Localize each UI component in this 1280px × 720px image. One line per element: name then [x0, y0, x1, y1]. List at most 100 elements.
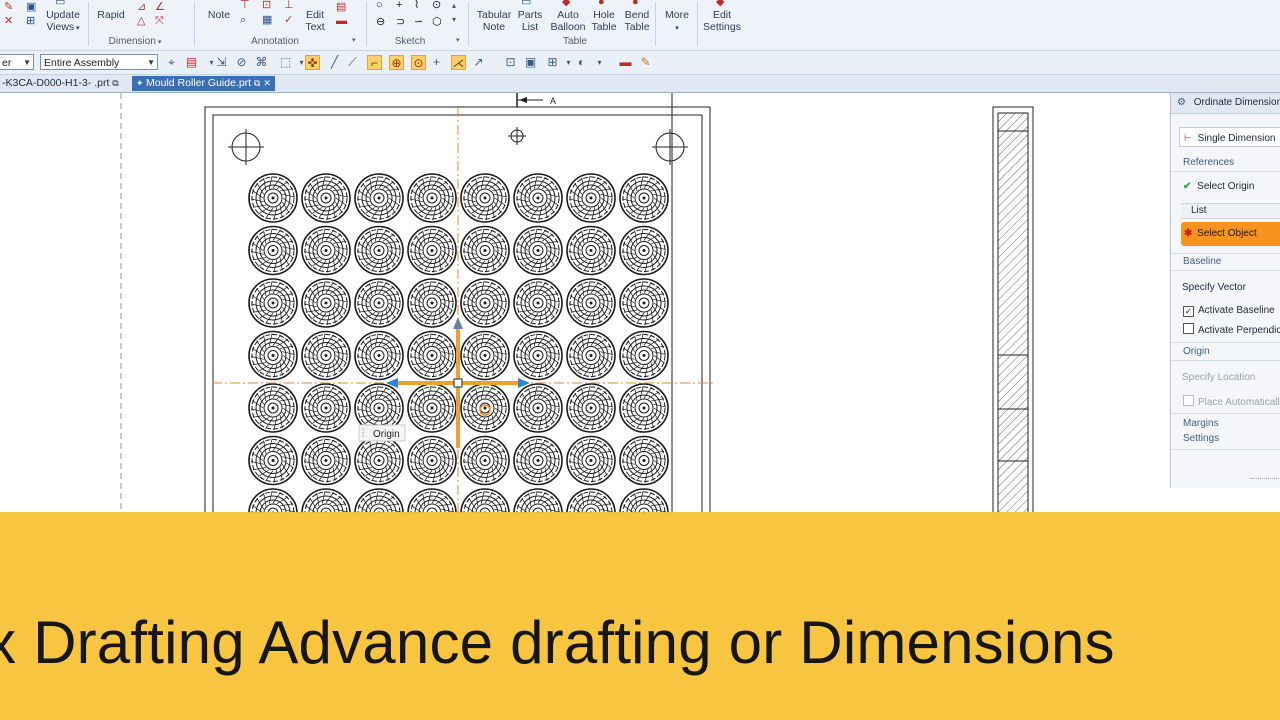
quadrant-icon[interactable]: ↗: [471, 55, 486, 70]
fill-icon[interactable]: ▬: [336, 16, 347, 27]
roller-hole: [407, 435, 457, 486]
activate-perpendicular-checkbox[interactable]: [1183, 323, 1194, 334]
close-tab-icon[interactable]: ✕: [263, 78, 271, 88]
edit-text-button[interactable]: Edit Text: [300, 9, 330, 33]
circle-icon[interactable]: ○: [376, 0, 383, 11]
baseline-section[interactable]: Baseline: [1183, 256, 1280, 267]
annotation-group-text: Annotation: [251, 36, 299, 47]
edit-icon[interactable]: ✎: [4, 2, 13, 13]
hole-table-button[interactable]: Hole Table: [588, 9, 620, 33]
activate-perpendicular-row[interactable]: Activate Perpendicu: [1183, 323, 1280, 336]
bend-table-label: Bend Table: [624, 9, 650, 33]
list-header[interactable]: List: [1181, 203, 1280, 219]
deselect-icon[interactable]: ⊘: [234, 55, 249, 70]
roller-hole: [566, 488, 616, 513]
line-icon[interactable]: ╱: [327, 55, 342, 70]
roller-hole: [248, 330, 298, 381]
origin-triad[interactable]: [386, 317, 530, 448]
table-group-text: Table: [563, 36, 587, 47]
datum-icon[interactable]: ⊤: [240, 0, 250, 11]
tab-mould-roller-guide-label: Mould Roller Guide.prt: [146, 77, 252, 89]
table-view-icon[interactable]: ⊞: [545, 55, 560, 70]
image-icon[interactable]: ▦: [262, 15, 272, 26]
bend-table-button[interactable]: Bend Table: [621, 9, 653, 33]
dimension-icon[interactable]: ⊿: [137, 2, 146, 13]
endpoint-icon[interactable]: ⟋: [345, 55, 360, 70]
scope-select[interactable]: Entire Assembly ▼: [40, 54, 158, 70]
settings-section[interactable]: Settings: [1183, 433, 1280, 444]
view-icon[interactable]: ▣: [26, 2, 36, 13]
roller-hole: [566, 278, 616, 328]
center-icon[interactable]: ⊙: [411, 55, 426, 70]
auto-balloon-button[interactable]: Auto Balloon: [549, 9, 587, 33]
point-icon[interactable]: +: [396, 0, 402, 11]
select-all-icon[interactable]: ⇲: [214, 55, 229, 70]
specify-location-row: Specify Location: [1182, 372, 1256, 383]
delete-icon[interactable]: ✕: [4, 16, 13, 27]
crosshair-icon[interactable]: +: [429, 55, 444, 70]
zoom-icon[interactable]: ⌕: [240, 15, 246, 26]
ordinate-icon[interactable]: ⤧: [155, 16, 164, 27]
drawing-sheet[interactable]: A Origin: [0, 93, 1170, 513]
filter-select[interactable]: er ▼: [0, 54, 34, 70]
check-icon[interactable]: ✓: [284, 15, 293, 26]
tab-mould-roller-guide[interactable]: ✦ Mould Roller Guide.prt ⧉ ✕: [132, 76, 275, 91]
arc-icon[interactable]: ⊃: [396, 17, 405, 28]
activate-baseline-checkbox[interactable]: ✓: [1183, 306, 1194, 317]
activate-baseline-row[interactable]: ✓ Activate Baseline: [1183, 305, 1280, 317]
grid-icon[interactable]: ⊞: [26, 16, 35, 27]
more-button[interactable]: More ▾: [660, 9, 694, 35]
snap-icon[interactable]: ⌖: [164, 55, 179, 70]
render-icon[interactable]: ◐: [574, 55, 589, 70]
snap-point-icon[interactable]: ✜: [305, 55, 320, 70]
origin-section[interactable]: Origin: [1183, 346, 1280, 357]
margins-section[interactable]: Margins: [1183, 418, 1280, 429]
roller-hole: [301, 225, 351, 276]
tab-part-file[interactable]: -K3CA-D000-H1-3- .prt ⧉: [0, 76, 123, 91]
balloon-icon[interactable]: ⊡: [262, 0, 271, 11]
sketch-scroll-down-icon[interactable]: ▾: [452, 14, 456, 25]
lasso-icon[interactable]: ⌘: [254, 55, 269, 70]
ellipse-icon[interactable]: ⊖: [376, 17, 385, 28]
note-button[interactable]: Note: [204, 9, 234, 21]
radial-icon[interactable]: △: [137, 16, 145, 27]
edit-text-label: Edit Text: [305, 9, 325, 33]
references-section[interactable]: References: [1183, 157, 1280, 168]
select-origin-row[interactable]: ✔ Select Origin: [1183, 181, 1280, 192]
edit-settings-button[interactable]: Edit Settings: [700, 9, 744, 33]
specify-vector-row[interactable]: Specify Vector: [1182, 282, 1280, 293]
layer-icon[interactable]: ▬: [618, 55, 633, 70]
intersection-icon[interactable]: ⊕: [389, 55, 404, 70]
zoom-window-icon[interactable]: ▣: [523, 55, 538, 70]
roller-hole: [407, 330, 457, 381]
parts-list-button[interactable]: Parts List: [514, 9, 546, 33]
hatch-icon[interactable]: ▤: [336, 2, 346, 13]
roller-hole: [619, 488, 669, 513]
tangent-icon[interactable]: ⋌: [451, 55, 466, 70]
measure-icon[interactable]: ✎: [638, 55, 653, 70]
curve-icon[interactable]: ⌇: [414, 0, 419, 11]
rapid-dimension-button[interactable]: Rapid: [96, 9, 126, 21]
sketch-scroll-up-icon[interactable]: ▴: [452, 0, 456, 11]
weld-icon[interactable]: ⊥: [284, 0, 294, 11]
fillet-icon[interactable]: ⊙: [432, 0, 441, 11]
rectangle-select-icon[interactable]: ⬚: [278, 55, 293, 70]
roller-hole: [407, 278, 457, 328]
resize-grip[interactable]: [1251, 478, 1279, 483]
angular-icon[interactable]: ∠: [155, 2, 165, 13]
hole-table-label: Hole Table: [591, 9, 617, 33]
drawing-canvas[interactable]: A Origin: [0, 93, 1170, 513]
more-label: More: [665, 9, 689, 21]
midpoint-icon[interactable]: ⌐: [367, 55, 382, 70]
spline-icon[interactable]: ∽: [414, 17, 423, 28]
select-object-row[interactable]: ✱ Select Object: [1181, 222, 1280, 246]
document-tabs: -K3CA-D000-H1-3- .prt ⧉ ✦ Mould Roller G…: [0, 75, 1280, 93]
dimension-mode-select[interactable]: ⊢ Single Dimension: [1179, 127, 1280, 147]
parts-list-label: Parts List: [517, 9, 543, 33]
update-views-button[interactable]: Update Views ▾: [46, 9, 80, 35]
render-dropdown-icon[interactable]: ▾: [592, 55, 607, 70]
filter-icon[interactable]: ▤: [184, 55, 199, 70]
polygon-icon[interactable]: ⬡: [432, 17, 442, 28]
tabular-note-button[interactable]: Tabular Note: [475, 9, 513, 33]
fit-view-icon[interactable]: ⊡: [503, 55, 518, 70]
